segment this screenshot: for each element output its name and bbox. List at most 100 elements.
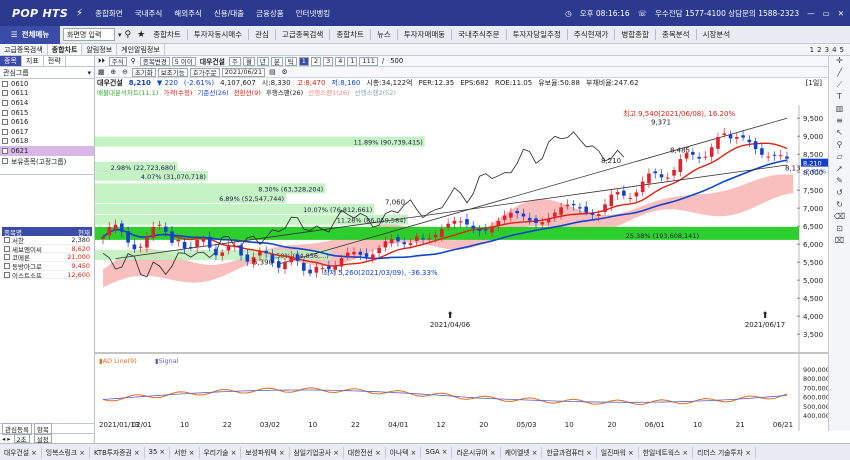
checkbox[interactable] [2, 128, 8, 135]
undo-icon[interactable]: ↺ [829, 188, 850, 200]
checkbox[interactable] [2, 119, 8, 126]
stock-tab[interactable]: SGA × [421, 446, 453, 458]
zoom-in-icon[interactable]: ⊕ [107, 68, 119, 76]
zoom-icon[interactable]: ⚲ [829, 140, 850, 152]
top-menu-item[interactable]: 신용/대출 [208, 8, 250, 19]
num-button[interactable]: 1 [298, 56, 309, 66]
window-tab[interactable]: 알림정보 [82, 44, 118, 55]
menu-item[interactable]: 종합차트 [331, 26, 369, 44]
cursor-icon[interactable]: ↖ [829, 128, 850, 140]
num-button[interactable]: 4 [335, 56, 346, 66]
minimize-icon[interactable]: — [807, 9, 815, 18]
maximize-icon[interactable]: ▭ [823, 9, 830, 18]
stock-tab[interactable]: 삼일기업공사 × [290, 446, 344, 458]
checkbox[interactable] [4, 236, 10, 243]
checkbox[interactable] [4, 245, 10, 252]
prev-icon[interactable]: ◂ [2, 435, 5, 443]
num-button[interactable]: 2 [310, 56, 322, 66]
next-icon[interactable]: ▸ [7, 435, 10, 443]
period-tick[interactable]: 틱 [284, 56, 297, 66]
top-menu-item[interactable]: 금융상품 [250, 8, 290, 19]
window-page[interactable]: 3 [825, 46, 829, 54]
window-tab[interactable]: 계인알림정보 [117, 44, 165, 55]
arrow-icon[interactable]: ➚ [829, 164, 850, 176]
list-item[interactable]: 0615 [0, 108, 94, 118]
checkbox[interactable] [4, 254, 10, 261]
lock-icon[interactable]: ⊡ [829, 224, 850, 236]
text-icon[interactable]: T [829, 92, 850, 104]
list-item[interactable]: 0610 [0, 79, 94, 89]
period-year[interactable]: 년 [256, 56, 269, 66]
stock-tab[interactable]: 리더스 기술투자 × [693, 446, 756, 458]
interval-select[interactable]: 2초 [13, 434, 30, 444]
stock-tab[interactable]: 케이엘넷 × [501, 446, 543, 458]
calendar-icon[interactable]: ▤ [266, 68, 278, 76]
tab-indicator[interactable]: 지표 [22, 56, 44, 66]
fib-icon[interactable]: ≡ [829, 116, 850, 128]
menu-item[interactable]: 투자자당일추정 [508, 26, 566, 44]
date-input[interactable]: 2021/06/21 [221, 67, 266, 77]
menu-item[interactable]: 국내주식주문 [453, 26, 504, 44]
list-item-selected[interactable]: 0621 [0, 146, 94, 156]
nav-icon[interactable]: ⏵⏵ [95, 57, 108, 66]
period-week[interactable]: 주 [228, 56, 241, 66]
stock-tab[interactable]: 한글과컴퓨터 × [542, 446, 597, 458]
count-input[interactable]: 111 [359, 56, 378, 66]
list-item[interactable]: 보유종목(고정그룹) [0, 156, 94, 166]
price-chart[interactable]: 11.89% (90,739,415) 2.98% (22,723,680)4.0… [95, 105, 828, 431]
top-menu-item[interactable]: 인터넷뱅킹 [290, 8, 337, 19]
list-item[interactable]: 0618 [0, 137, 94, 147]
trend-icon[interactable]: ⟋ [829, 80, 850, 92]
menu-item[interactable]: 병합종합 [616, 26, 654, 44]
stock-tab[interactable]: 일진파워 × [597, 446, 639, 458]
crosshair-icon[interactable]: ✛ [829, 56, 850, 68]
num-button[interactable]: 1 [347, 56, 358, 66]
stock-tab[interactable]: 한일네트웍스 × [639, 446, 694, 458]
stock-tab[interactable]: 보성파워텍 × [241, 446, 290, 458]
aux-button[interactable]: 보조기능 [157, 67, 188, 77]
stock-tab[interactable]: 대한전선 × [344, 446, 386, 458]
pen-icon[interactable]: ✎ [829, 176, 850, 188]
top-menu-item[interactable]: 해외주식 [168, 8, 208, 19]
grid-icon[interactable]: ▦ [95, 68, 107, 76]
stock-tab[interactable]: 라온시큐어 × [452, 446, 501, 458]
list-item[interactable]: 0617 [0, 127, 94, 137]
trash-icon[interactable]: ⌧ [829, 236, 850, 248]
period-select[interactable]: 5 이이 [171, 56, 196, 66]
stock-tab[interactable]: KTB투자증권 × [90, 446, 145, 458]
line-icon[interactable]: ╱ [829, 68, 850, 80]
menu-item[interactable]: 주식현재가 [569, 26, 614, 44]
market-select[interactable]: 주식 [108, 56, 127, 66]
stock-tab[interactable]: 35 × [145, 446, 171, 458]
checkbox[interactable] [2, 90, 8, 97]
window-page[interactable]: 1 [810, 46, 814, 54]
num-button[interactable]: 3 [323, 56, 334, 66]
stock-tab[interactable]: 잉복스링크 × [42, 446, 90, 458]
stock-tab[interactable]: 아나텍 × [386, 446, 422, 458]
menu-item[interactable]: 시장분석 [698, 26, 736, 44]
close-icon[interactable]: ✕ [838, 9, 844, 18]
period-month[interactable]: 월 [242, 56, 255, 66]
checkbox[interactable] [2, 147, 8, 154]
menu-item[interactable]: 관심 [250, 26, 274, 44]
tab-stock[interactable]: 종목 [0, 56, 22, 66]
settings-button[interactable]: 설정 [33, 434, 52, 444]
stock-tab[interactable]: 대우건설 × [0, 446, 42, 458]
window-page[interactable]: 4 [832, 46, 836, 54]
stock-tab[interactable]: 서한 × [170, 446, 200, 458]
erase-icon[interactable]: ⌫ [829, 212, 850, 224]
checkbox[interactable] [2, 138, 8, 145]
table-row[interactable]: 이스트소프 12,600 [2, 271, 92, 280]
menu-item[interactable]: 종목분석 [657, 26, 695, 44]
menu-item[interactable]: 고급종목검색 [277, 26, 328, 44]
checkbox[interactable] [2, 109, 8, 116]
window-page[interactable]: 5 [840, 46, 844, 54]
period-minute[interactable]: 분 [270, 56, 283, 66]
code-change-button[interactable]: 종목변경 [139, 56, 170, 66]
menu-item[interactable]: 투자자매매동 [399, 26, 450, 44]
search-icon[interactable]: ⚲ [128, 57, 139, 65]
window-page[interactable]: 2 [817, 46, 821, 54]
top-menu-item[interactable]: 국내주식 [129, 8, 169, 19]
window-tab[interactable]: 고급종목검색 [0, 44, 48, 55]
search-icon[interactable]: ⚲ [125, 30, 132, 40]
